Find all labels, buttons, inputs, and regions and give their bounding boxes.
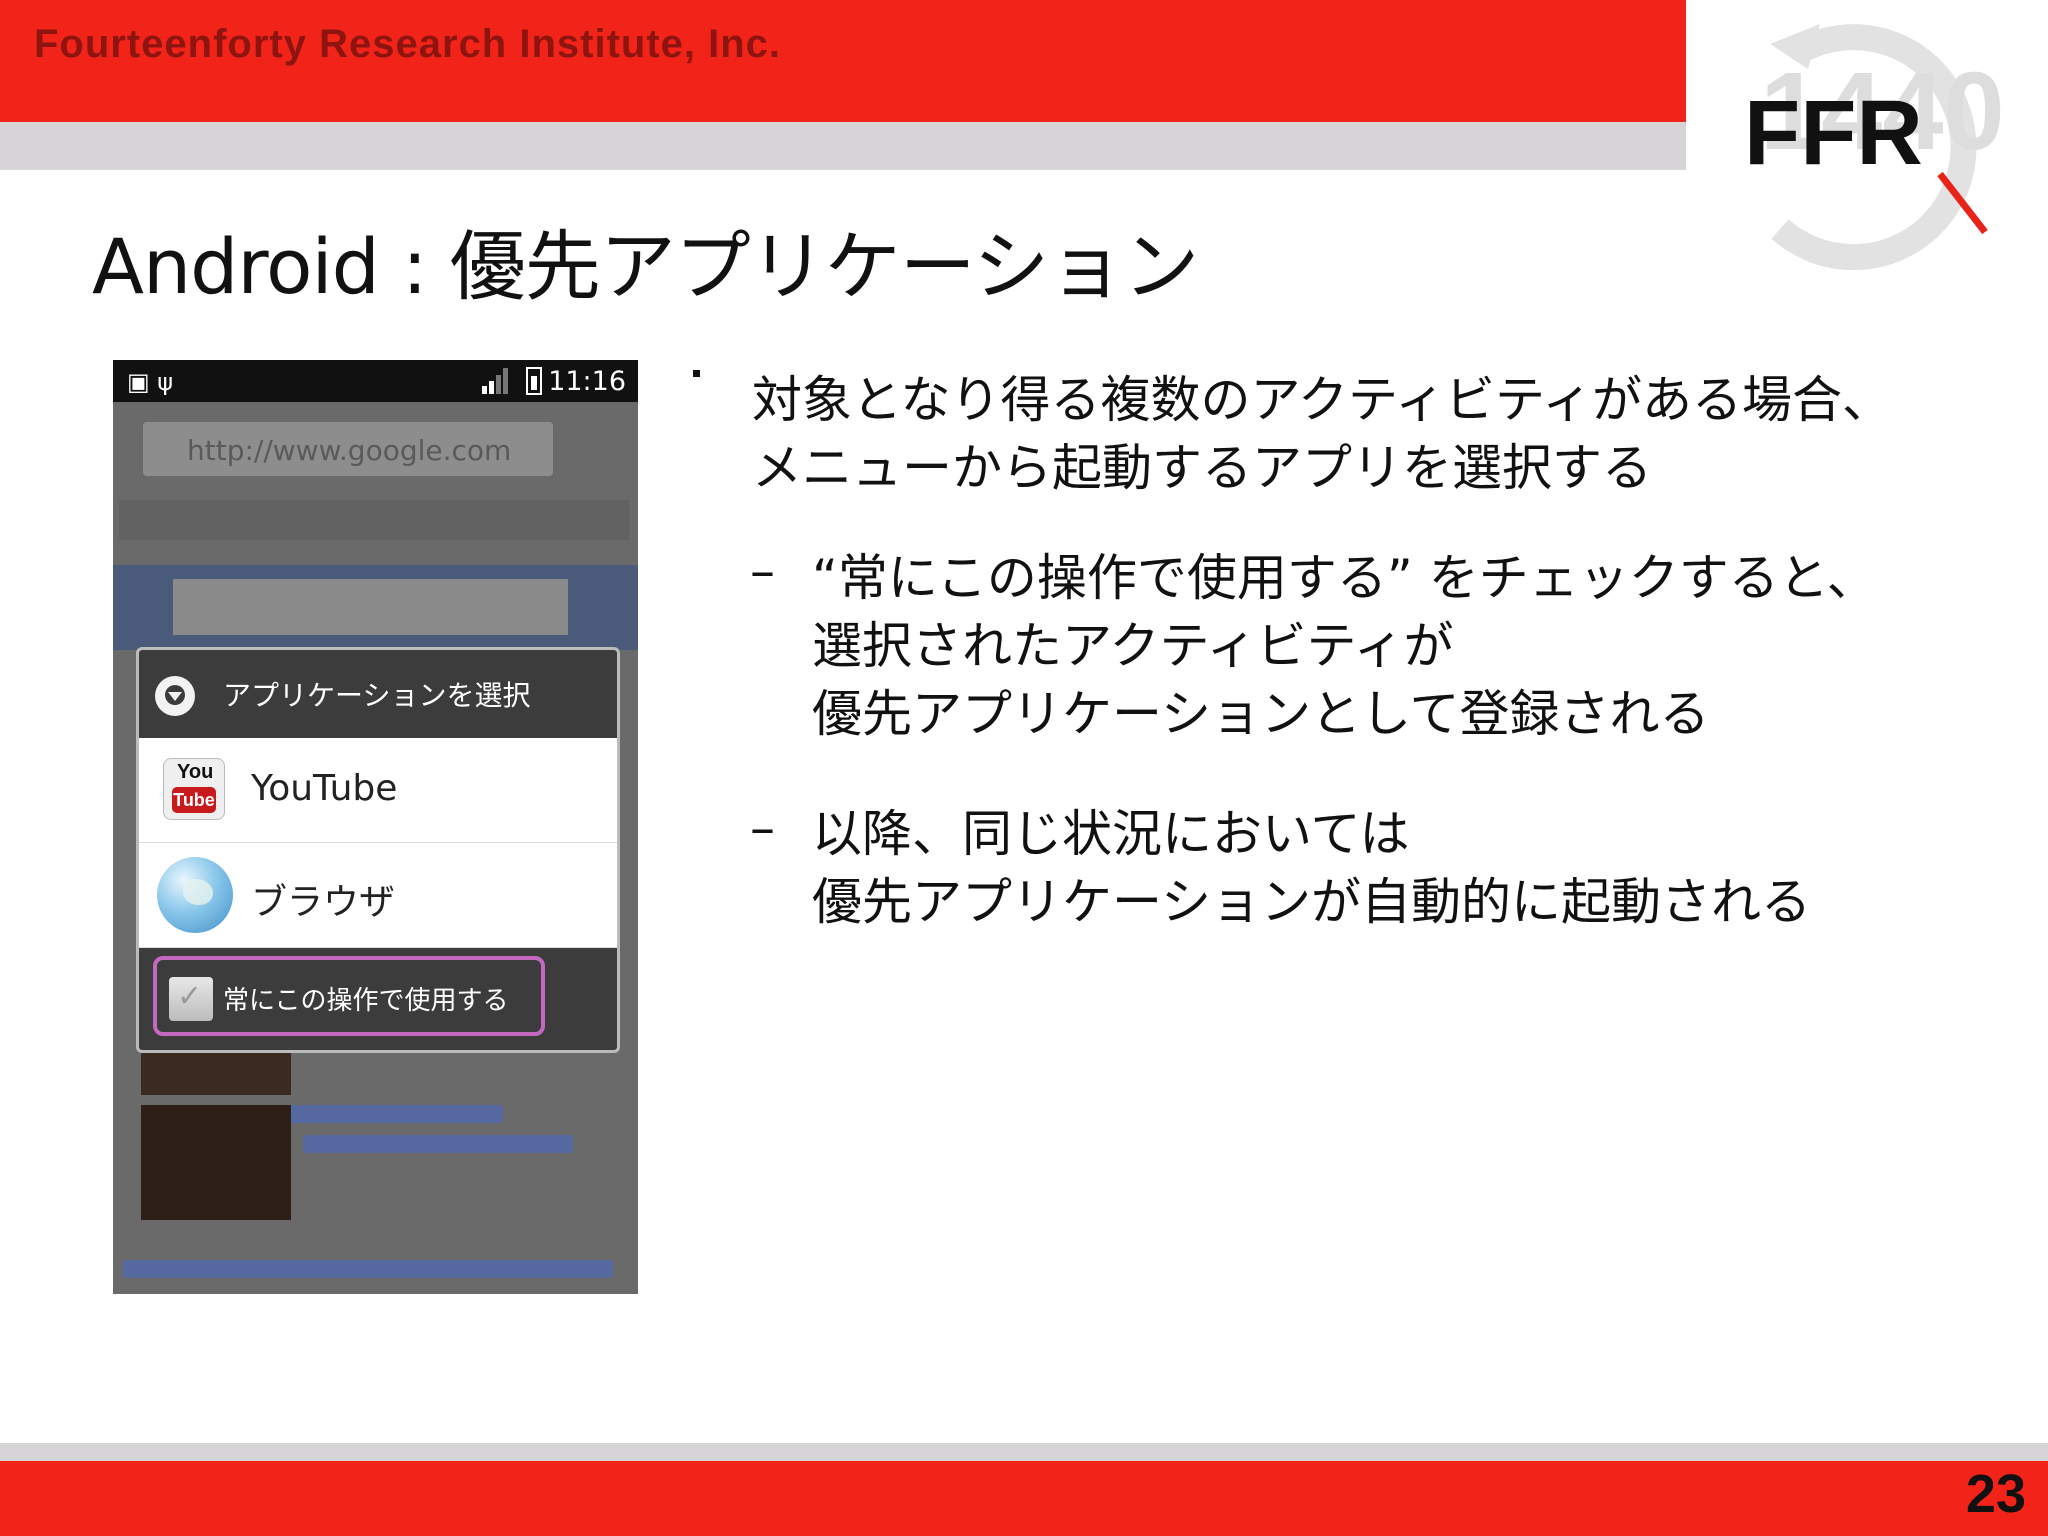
always-use-label: 常にこの操作で使用する	[223, 986, 509, 1016]
dialog-header: アプリケーションを選択	[139, 650, 617, 738]
sub-bullet-dash: –	[750, 542, 775, 600]
blurred-search-box	[173, 579, 568, 635]
status-time: 11:16	[548, 366, 626, 397]
highlight-outline: ✓ 常にこの操作で使用する	[153, 956, 545, 1036]
blurred-link	[303, 1135, 573, 1153]
sub1-line3: 優先アプリケーションとして登録される	[812, 685, 1710, 743]
page-number: 23	[1965, 1464, 2026, 1524]
blurred-search-bar	[113, 565, 638, 650]
header-stripe	[0, 122, 1686, 170]
company-name: Fourteenforty Research Institute, Inc.	[34, 22, 782, 66]
blurred-link	[123, 1260, 613, 1278]
always-use-row: ✓ 常にこの操作で使用する	[139, 948, 617, 1050]
sub2-line1: 以降、同じ状況においては	[812, 805, 1410, 863]
check-icon: ✓	[177, 979, 203, 1014]
blurred-thumbnail	[141, 1105, 291, 1220]
android-usb-icons: ▣ ψ	[127, 368, 174, 396]
app-option-browser[interactable]: ブラウザ	[139, 843, 617, 949]
sub1-line2: 選択されたアクティビティが	[812, 617, 1454, 675]
app-option-youtube[interactable]: You Tube YouTube	[139, 738, 617, 844]
dialog-title: アプリケーションを選択	[223, 679, 531, 712]
slide-title: Android : 優先アプリケーション	[92, 222, 1199, 311]
bullet-dot	[693, 370, 700, 377]
globe-icon	[157, 857, 233, 933]
blurred-google-toolbar	[119, 500, 629, 540]
logo-text: FFR	[1744, 82, 1923, 184]
app-chooser-dialog: アプリケーションを選択 You Tube YouTube ブラウザ ✓ 常にこの…	[136, 647, 620, 1053]
battery-icon	[526, 367, 542, 395]
signal-icon	[482, 368, 508, 394]
app-option-label: ブラウザ	[251, 882, 396, 923]
sub-bullet-dash: –	[750, 799, 775, 857]
youtube-icon: You Tube	[163, 758, 225, 820]
bullet-main-line1: 対象となり得る複数のアクティビティがある場合、	[752, 371, 1892, 429]
bullet-main-line2: メニューから起動するアプリを選択する	[752, 439, 1652, 497]
android-screenshot: ▣ ψ 11:16 http://www.google.com アプリケーション…	[113, 360, 638, 1294]
sub2-line2: 優先アプリケーションが自動的に起動される	[812, 873, 1811, 931]
always-use-checkbox[interactable]: ✓	[169, 977, 213, 1021]
blurred-url-text: http://www.google.com	[187, 434, 512, 467]
blurred-link	[283, 1105, 503, 1123]
app-option-label: YouTube	[251, 768, 398, 809]
blurred-url-bar: http://www.google.com	[143, 422, 553, 476]
chevron-down-circle-icon	[155, 676, 195, 716]
footer-stripe	[0, 1443, 2048, 1461]
ffr-logo: 1440 FFR	[1744, 24, 2005, 271]
footer-band	[0, 1461, 2048, 1536]
status-bar: ▣ ψ 11:16	[113, 360, 638, 402]
sub1-line1: “常にこの操作で使用する” をチェックすると、	[812, 549, 1877, 607]
